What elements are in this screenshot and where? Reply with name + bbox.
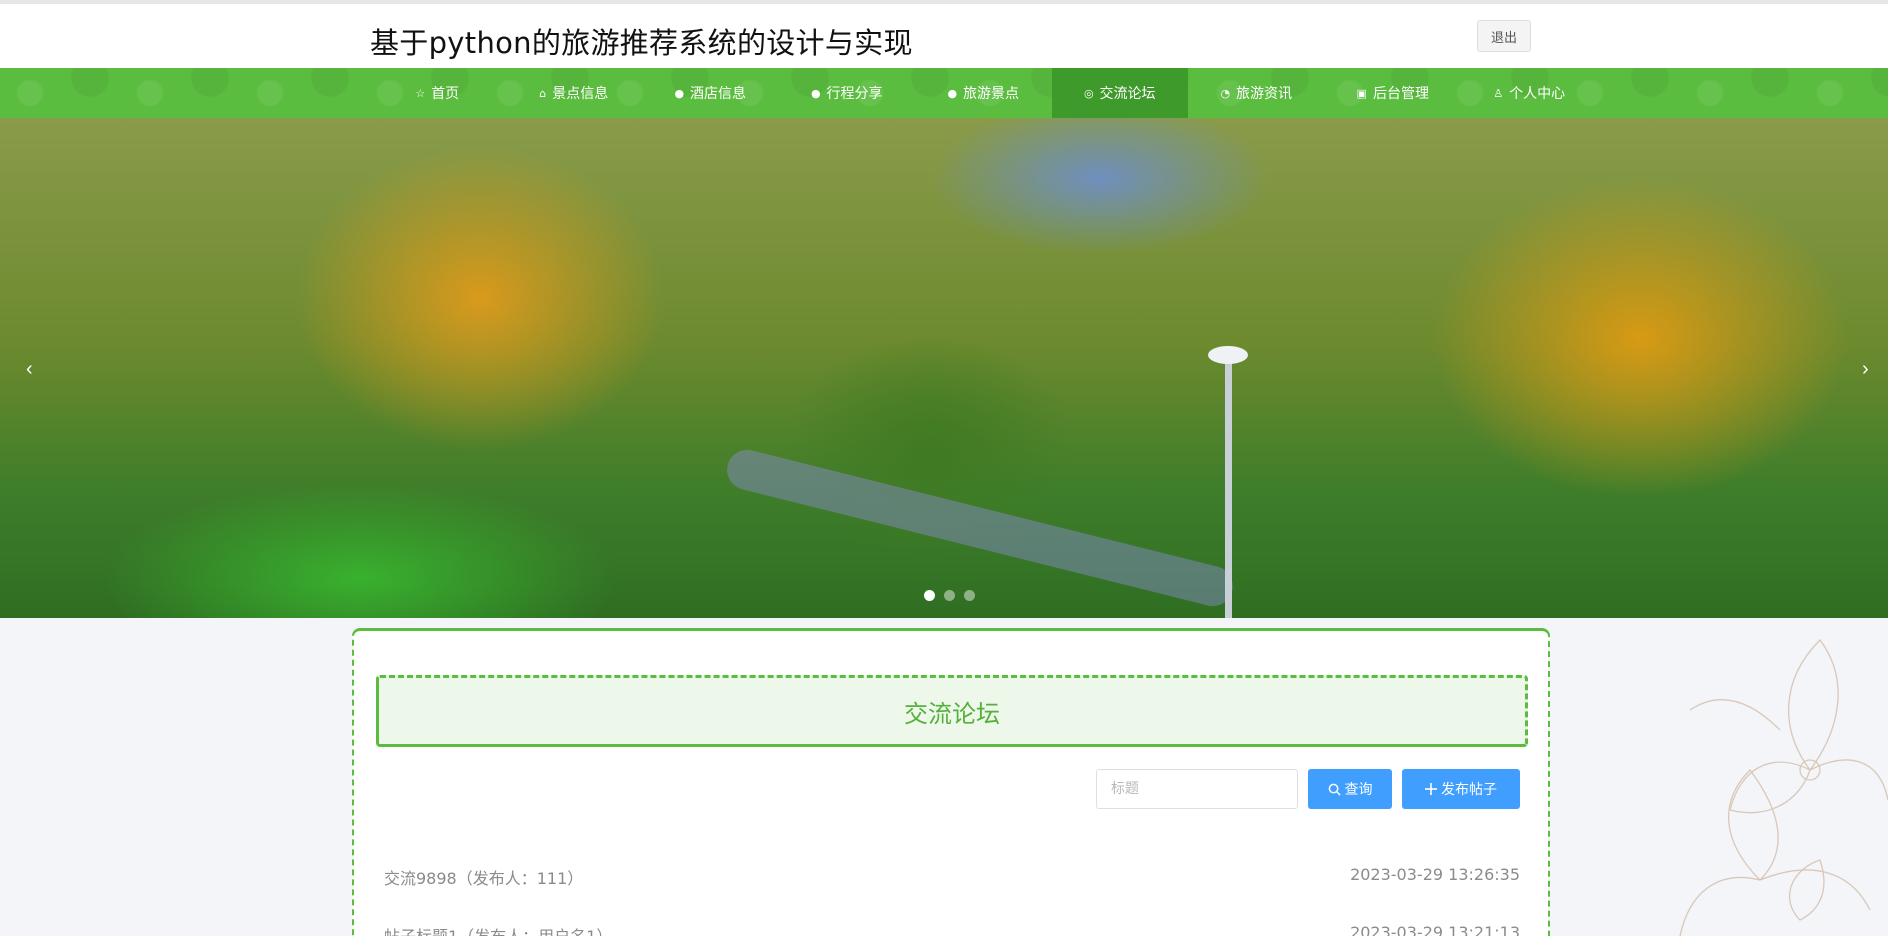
post-time: 2023-03-29 13:26:35 [1350, 865, 1520, 884]
question-icon: ● [810, 86, 821, 100]
carousel-next-icon[interactable]: › [1862, 358, 1869, 381]
carousel-dot[interactable] [964, 590, 975, 601]
info-icon: ● [674, 86, 685, 100]
search-icon [1328, 783, 1341, 796]
nav-item-label: 后台管理 [1372, 86, 1429, 102]
admin-icon: ▣ [1356, 86, 1367, 100]
news-icon: ◔ [1220, 86, 1231, 100]
user-icon: ♙ [1493, 86, 1504, 100]
nav-item-tourist-spots[interactable]: ● 旅游景点 [915, 68, 1052, 118]
nav-item-attractions-info[interactable]: ⌂ 景点信息 [506, 68, 643, 118]
title-search-input[interactable] [1096, 769, 1298, 809]
nav-item-label: 个人中心 [1509, 86, 1566, 102]
post-title: 交流9898（发布人：111） [384, 869, 584, 888]
nav-item-label: 首页 [431, 86, 460, 102]
info-icon: ● [947, 86, 958, 100]
banner-path-shape [722, 445, 1238, 611]
banner-carousel: ‹ › [0, 118, 1888, 618]
carousel-dot[interactable] [924, 590, 935, 601]
main-nav: ☆ 首页 ⌂ 景点信息 ● 酒店信息 ● 行程分享 ● 旅游景点 ◎ 交流论坛 ◔ 旅游资讯 … [0, 68, 1888, 118]
post-time: 2023-03-29 13:21:13 [1350, 923, 1520, 936]
nav-item-hotel-info[interactable]: ● 酒店信息 [642, 68, 779, 118]
nav-item-travel-news[interactable]: ◔ 旅游资讯 [1188, 68, 1325, 118]
nav-item-profile[interactable]: ♙ 个人中心 [1461, 68, 1598, 118]
star-icon: ☆ [415, 86, 426, 100]
forum-post-row[interactable]: 交流9898（发布人：111） 2023-03-29 13:26:35 [384, 865, 1520, 889]
query-button[interactable]: 查询 [1308, 769, 1392, 809]
forum-title-box: 交流论坛 [376, 675, 1528, 747]
header: 基于python的旅游推荐系统的设计与实现 退出 [0, 4, 1888, 68]
banner-lamp-head [1208, 346, 1248, 364]
nav-item-label: 行程分享 [826, 86, 883, 102]
publish-post-button[interactable]: 发布帖子 [1402, 769, 1520, 809]
banner-lamp-post [1225, 348, 1232, 618]
carousel-dot[interactable] [944, 590, 955, 601]
nav-item-label: 景点信息 [552, 86, 609, 102]
post-title: 帖子标题1（发布人：用户名1） [384, 923, 612, 936]
carousel-prev-icon[interactable]: ‹ [26, 358, 33, 381]
forum-panel: 交流论坛 查询 发布帖子 交流9898（发布人：111） 2023-03-29 … [352, 628, 1550, 936]
nav-item-label: 旅游资讯 [1236, 86, 1293, 102]
publish-button-label: 发布帖子 [1441, 782, 1497, 798]
nav-item-label: 酒店信息 [690, 86, 747, 102]
nav-item-forum[interactable]: ◎ 交流论坛 [1051, 68, 1188, 118]
plus-icon [1425, 783, 1437, 795]
forum-post-row[interactable]: 帖子标题1（发布人：用户名1） 2023-03-29 13:21:13 [384, 923, 1520, 936]
nav-item-label: 交流论坛 [1099, 86, 1156, 102]
query-button-label: 查询 [1344, 782, 1373, 798]
nav-item-admin[interactable]: ▣ 后台管理 [1325, 68, 1462, 118]
carousel-indicators [924, 590, 975, 601]
bag-icon: ⌂ [539, 86, 547, 100]
chat-icon: ◎ [1083, 86, 1094, 100]
site-title: 基于python的旅游推荐系统的设计与实现 [370, 26, 913, 60]
forum-title: 交流论坛 [904, 699, 1000, 728]
lotus-decoration [1679, 639, 1888, 936]
nav-item-itinerary-share[interactable]: ● 行程分享 [779, 68, 916, 118]
nav-item-label: 旅游景点 [963, 86, 1020, 102]
nav-item-home[interactable]: ☆ 首页 [369, 68, 506, 118]
logout-button[interactable]: 退出 [1477, 20, 1531, 52]
